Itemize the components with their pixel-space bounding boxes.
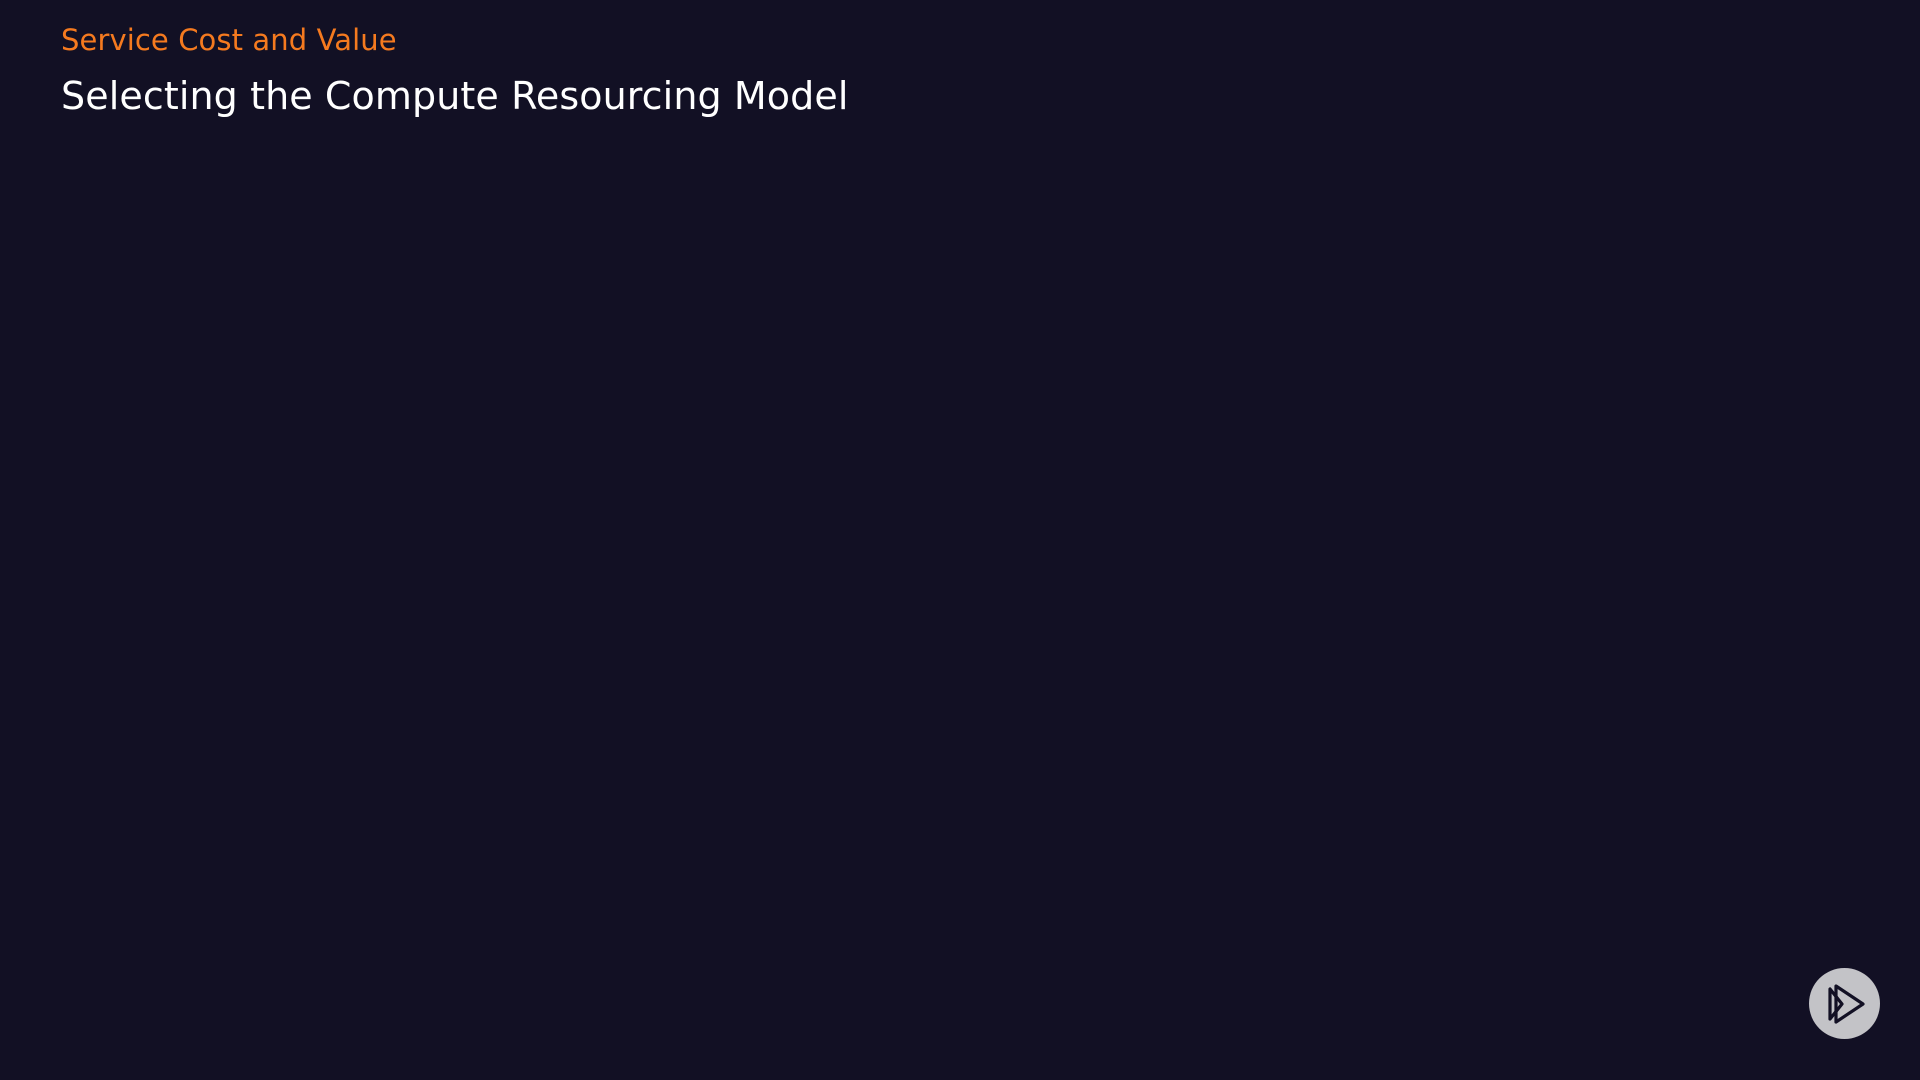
play-logo-icon bbox=[1827, 983, 1865, 1024]
slide: Service Cost and Value Selecting the Com… bbox=[0, 0, 1920, 1080]
slide-header: Service Cost and Value Selecting the Com… bbox=[61, 20, 849, 122]
section-label: Service Cost and Value bbox=[61, 23, 397, 57]
brand-play-button[interactable] bbox=[1809, 968, 1880, 1039]
slide-title: Selecting the Compute Resourcing Model bbox=[61, 74, 849, 118]
